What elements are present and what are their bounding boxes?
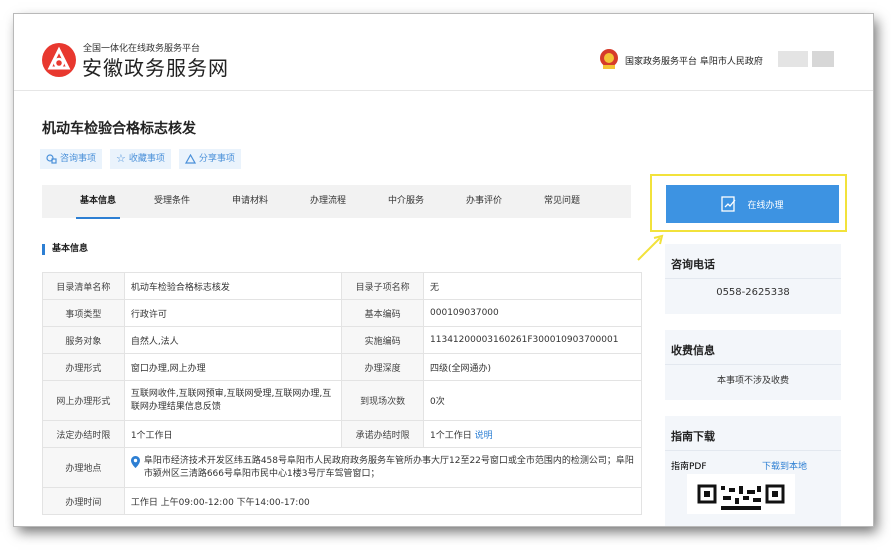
sub-item-value: 无 — [423, 272, 642, 300]
tab-bar: 基本信息 受理条件 申请材料 办理流程 中介服务 办事评价 常见问题 — [42, 185, 631, 219]
online-form-value: 互联网收件,互联网预审,互联网受理,互联网办理,互联网办理结果信息反馈 — [123, 380, 343, 421]
favorite-label: 收藏事项 — [128, 154, 165, 164]
action-bar: 咨询事项 ☆ 收藏事项 分享事项 — [40, 149, 241, 169]
impl-code-label: 实施编码 — [341, 326, 425, 354]
chat-icon — [46, 154, 57, 164]
tab-process[interactable]: 办理流程 — [306, 185, 350, 218]
visits-label: 到现场次数 — [341, 380, 425, 421]
promise-limit-cell: 1个工作日 说明 — [423, 420, 642, 448]
table-row: 办理时间 工作日 上午09:00-12:00 下午14:00-17:00 — [42, 487, 643, 515]
blurred-region — [812, 51, 834, 67]
favorite-button[interactable]: ☆ 收藏事项 — [110, 149, 171, 169]
tab-evaluation[interactable]: 办事评价 — [462, 185, 506, 218]
map-pin-icon — [130, 455, 140, 468]
guide-download-link[interactable]: 下载到本地 — [762, 459, 807, 472]
qr-code-icon — [697, 484, 785, 510]
location-label: 办理地点 — [42, 447, 125, 488]
form-label: 办理形式 — [42, 353, 125, 381]
share-button[interactable]: 分享事项 — [178, 149, 241, 169]
document-edit-icon — [721, 196, 736, 212]
time-value: 工作日 上午09:00-12:00 下午14:00-17:00 — [123, 487, 643, 515]
guide-card: 指南下载 指南PDF 下载到本地 — [665, 416, 841, 526]
basic-code-label: 基本编码 — [341, 299, 425, 327]
form-value: 窗口办理,网上办理 — [123, 353, 343, 381]
table-row: 服务对象 自然人,法人 实施编码 11341200003160261F30001… — [42, 326, 642, 354]
guide-label: 指南PDF — [671, 462, 707, 472]
target-label: 服务对象 — [42, 326, 125, 354]
visits-value: 0次 — [423, 380, 642, 421]
tab-materials[interactable]: 申请材料 — [228, 185, 272, 218]
fee-title: 收费信息 — [665, 330, 841, 365]
catalog-name-label: 目录清单名称 — [42, 272, 125, 300]
page-title: 机动车检验合格标志核发 — [42, 121, 196, 137]
target-value: 自然人,法人 — [123, 326, 343, 354]
blurred-region — [778, 51, 808, 67]
catalog-name-value: 机动车检验合格标志核发 — [123, 272, 343, 300]
time-label: 办理时间 — [42, 487, 125, 515]
location-cell: 阜阳市经济技术开发区纬五路458号阜阳市人民政府政务服务车管所办事大厅12至22… — [123, 447, 643, 488]
table-row: 办理形式 窗口办理,网上办理 办理深度 四级(全网通办) — [42, 353, 642, 381]
site-header: 全国一体化在线政务服务平台 安徽政务服务网 国家政务服务平台 阜阳市人民政府 — [14, 14, 873, 91]
hotline-title: 咨询电话 — [665, 244, 841, 279]
brand-title[interactable]: 安徽政务服务网 — [82, 52, 229, 81]
star-icon: ☆ — [116, 152, 126, 165]
basic-code-value: 000109037000 — [423, 299, 642, 327]
promise-limit-label: 承诺办结时限 — [341, 420, 425, 448]
type-label: 事项类型 — [42, 299, 125, 327]
national-emblem-icon — [600, 49, 618, 69]
national-platform-link[interactable]: 国家政务服务平台 阜阳市人民政府 — [625, 54, 763, 67]
qr-code — [687, 474, 795, 514]
basic-info-table: 目录清单名称 机动车检验合格标志核发 目录子项名称 无 事项类型 行政许可 基本… — [42, 272, 643, 515]
share-label: 分享事项 — [198, 154, 235, 164]
online-service-highlight: 在线办理 — [650, 174, 847, 232]
highlight-arrow-icon — [637, 234, 664, 261]
hotline-value: 0558-2625338 — [716, 287, 790, 298]
site-logo-icon[interactable] — [41, 42, 77, 78]
tab-basic-info[interactable]: 基本信息 — [76, 185, 120, 219]
depth-value: 四级(全网通办) — [423, 353, 642, 381]
tab-intermediary[interactable]: 中介服务 — [384, 185, 428, 218]
browser-frame: 全国一体化在线政务服务平台 安徽政务服务网 国家政务服务平台 阜阳市人民政府 机… — [14, 14, 873, 526]
tab-faq[interactable]: 常见问题 — [540, 185, 584, 218]
hotline-card: 咨询电话 0558-2625338 — [665, 244, 841, 314]
online-service-button[interactable]: 在线办理 — [666, 185, 839, 223]
sub-item-label: 目录子项名称 — [341, 272, 425, 300]
guide-title: 指南下载 — [665, 416, 841, 451]
fee-value: 本事项不涉及收费 — [716, 376, 789, 386]
table-row: 目录清单名称 机动车检验合格标志核发 目录子项名称 无 — [42, 272, 642, 300]
tab-acceptance-conditions[interactable]: 受理条件 — [150, 185, 194, 218]
legal-limit-value: 1个工作日 — [123, 420, 343, 448]
location-value: 阜阳市经济技术开发区纬五路458号阜阳市人民政府政务服务车管所办事大厅12至22… — [143, 455, 634, 479]
online-service-label: 在线办理 — [747, 200, 784, 211]
promise-limit-value: 1个工作日 — [430, 430, 472, 441]
online-form-label: 网上办理形式 — [42, 380, 125, 421]
table-row: 法定办结时限 1个工作日 承诺办结时限 1个工作日 说明 — [42, 420, 642, 448]
table-row: 网上办理形式 互联网收件,互联网预审,互联网受理,互联网办理,互联网办理结果信息… — [42, 380, 642, 421]
share-icon — [184, 154, 196, 164]
type-value: 行政许可 — [123, 299, 343, 327]
depth-label: 办理深度 — [341, 353, 425, 381]
fee-card: 收费信息 本事项不涉及收费 — [665, 330, 841, 400]
consult-label: 咨询事项 — [60, 154, 97, 164]
section-title: 基本信息 — [42, 244, 88, 255]
consult-button[interactable]: 咨询事项 — [40, 149, 103, 169]
table-row: 事项类型 行政许可 基本编码 000109037000 — [42, 299, 642, 327]
table-row: 办理地点 阜阳市经济技术开发区纬五路458号阜阳市人民政府政务服务车管所办事大厅… — [42, 447, 643, 488]
impl-code-value: 11341200003160261F300010903700001 — [423, 326, 642, 354]
legal-limit-label: 法定办结时限 — [42, 420, 125, 448]
promise-note-link[interactable]: 说明 — [475, 431, 493, 441]
